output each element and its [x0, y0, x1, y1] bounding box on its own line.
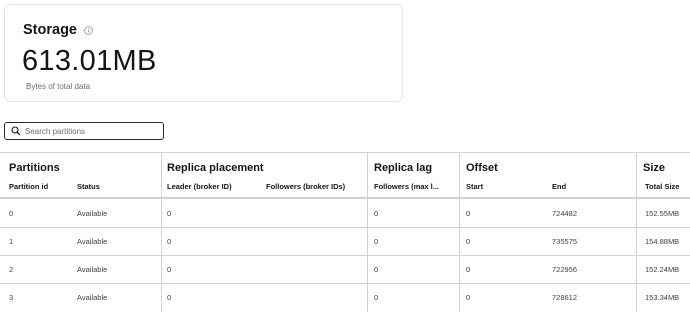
- cell-partition-id: 2: [9, 265, 14, 274]
- col-followers[interactable]: Followers (broker IDs): [266, 182, 345, 191]
- col-partition-id[interactable]: Partition id: [9, 182, 48, 191]
- storage-title: Storage: [23, 22, 93, 38]
- cell-leader: 0: [167, 237, 172, 246]
- group-partitions: Partitions: [9, 162, 60, 174]
- cell-partition-id: 1: [9, 237, 14, 246]
- cell-leader: 0: [167, 293, 172, 302]
- search-input[interactable]: [25, 126, 155, 136]
- storage-title-label: Storage: [23, 22, 77, 38]
- cell-size: 152.24MB: [645, 265, 680, 274]
- group-offset: Offset: [466, 162, 498, 174]
- partitions-table: Partitions Replica placement Replica lag…: [0, 152, 690, 312]
- cell-lag: 0: [374, 293, 379, 302]
- cell-end: 728612: [552, 293, 578, 302]
- col-total-size[interactable]: Total Size: [645, 182, 679, 191]
- cell-partition-id: 0: [9, 209, 14, 218]
- cell-end: 735575: [552, 237, 578, 246]
- cell-lag: 0: [374, 265, 379, 274]
- cell-size: 154.88MB: [645, 237, 680, 246]
- search-box[interactable]: [4, 122, 164, 140]
- cell-status: Available: [77, 209, 108, 218]
- cell-start: 0: [466, 265, 471, 274]
- col-leader[interactable]: Leader (broker ID): [167, 182, 232, 191]
- info-icon[interactable]: [84, 25, 93, 35]
- search-icon: [11, 126, 21, 136]
- cell-lag: 0: [374, 209, 379, 218]
- storage-value: 613.01MB: [22, 45, 157, 77]
- storage-card: Storage 613.01MB Bytes of total data: [4, 4, 403, 102]
- group-size: Size: [643, 162, 666, 174]
- cell-status: Available: [77, 237, 108, 246]
- col-status[interactable]: Status: [77, 182, 100, 191]
- cell-start: 0: [466, 209, 471, 218]
- cell-partition-id: 3: [9, 293, 14, 302]
- cell-leader: 0: [167, 265, 172, 274]
- cell-lag: 0: [374, 237, 379, 246]
- group-replica-lag: Replica lag: [374, 162, 433, 174]
- col-end[interactable]: End: [552, 182, 566, 191]
- cell-end: 724482: [552, 209, 578, 218]
- cell-size: 153.34MB: [645, 293, 680, 302]
- cell-start: 0: [466, 293, 471, 302]
- group-replica-placement: Replica placement: [167, 162, 264, 174]
- cell-status: Available: [77, 265, 108, 274]
- cell-end: 722956: [552, 265, 578, 274]
- col-followers-lag[interactable]: Followers (max l...: [374, 182, 439, 191]
- cell-status: Available: [77, 293, 108, 302]
- cell-start: 0: [466, 237, 471, 246]
- cell-leader: 0: [167, 209, 172, 218]
- cell-size: 152.55MB: [645, 209, 680, 218]
- col-start[interactable]: Start: [466, 182, 483, 191]
- storage-subtitle: Bytes of total data: [26, 82, 91, 91]
